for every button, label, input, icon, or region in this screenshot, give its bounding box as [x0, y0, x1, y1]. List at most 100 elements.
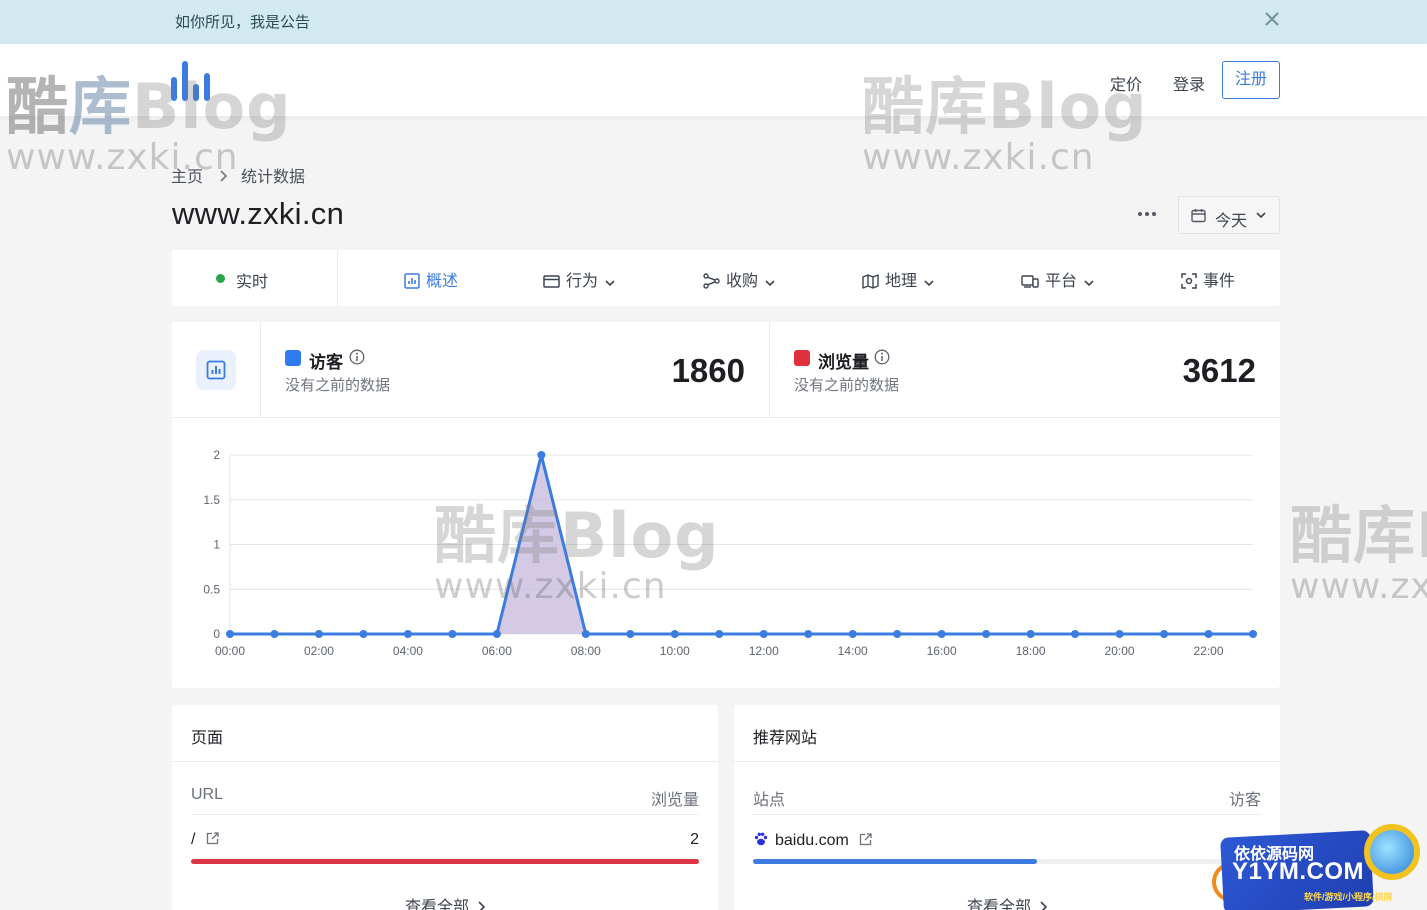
watermark-brand: 酷库Blog www.zxki.cn	[1290, 499, 1427, 607]
referrers-panel-title: 推荐网站	[753, 730, 818, 747]
tab-events[interactable]: 事件	[1181, 267, 1235, 290]
close-icon[interactable]	[1262, 9, 1282, 31]
y1ym-logo-badge[interactable]: 依依源码网 Y1YM.COM 软件/游戏/小程序/棋牌	[1212, 822, 1427, 910]
overview-card: 访客 没有之前的数据 1860 浏览量 没有之前的数据 3612 0 0.5 1 1.…	[172, 322, 1280, 688]
ellipsis-icon	[1138, 212, 1156, 216]
top-header: 定价 登录 注册	[0, 44, 1427, 116]
share-bar-fill	[753, 859, 1038, 864]
tab-acquisition[interactable]: 收购	[703, 267, 776, 290]
announcement-bar: 如你所见，我是公告	[0, 0, 1427, 44]
chevron-right-icon	[478, 901, 486, 910]
referrers-panel-header: 推荐网站	[734, 705, 1280, 762]
x-tick-label: 04:00	[393, 644, 423, 658]
chevron-down-icon	[924, 280, 934, 287]
y-tick-label: 1	[213, 538, 220, 552]
breadcrumb: 主页 统计数据	[171, 163, 305, 187]
chart-icon	[404, 273, 420, 289]
column-header-pageviews[interactable]: 浏览量	[651, 786, 699, 810]
pages-panel-header: 页面	[172, 705, 718, 762]
data-point	[715, 630, 724, 638]
data-point	[403, 630, 412, 638]
data-point	[982, 630, 991, 638]
row-label[interactable]: baidu.com	[775, 832, 849, 849]
share-bar	[191, 859, 699, 864]
chevron-down-icon	[1084, 280, 1094, 287]
y-tick-label: 1.5	[203, 493, 220, 507]
tab-geography[interactable]: 地理	[862, 267, 935, 290]
live-status-dot	[216, 274, 225, 283]
metric-visitors-label: 访客	[309, 353, 343, 372]
x-tick-label: 02:00	[304, 644, 334, 658]
table-row[interactable]: / 2	[191, 815, 699, 869]
more-options-button[interactable]	[1133, 204, 1161, 224]
metric-pageviews-label: 浏览量	[818, 353, 869, 372]
data-point	[759, 630, 768, 638]
table-row[interactable]: baidu.com	[753, 815, 1261, 869]
calendar-icon	[1191, 209, 1206, 223]
chart-toggle-cell	[172, 322, 261, 418]
date-range-select[interactable]: 今天	[1178, 196, 1280, 234]
y-tick-label: 0	[213, 627, 220, 641]
data-point	[226, 630, 234, 638]
external-link-icon[interactable]	[859, 833, 872, 846]
chevron-down-icon	[605, 280, 615, 287]
announcement-text: 如你所见，我是公告	[175, 14, 311, 31]
referrers-panel: 推荐网站 站点 访客 baidu.com 查看全部	[734, 705, 1280, 910]
data-point	[893, 630, 902, 638]
breadcrumb-current: 统计数据	[241, 169, 306, 186]
pages-view-all-button[interactable]: 查看全部	[172, 893, 718, 910]
tab-geography-label: 地理	[885, 273, 918, 290]
data-point	[670, 630, 679, 638]
tab-behavior-label: 行为	[566, 273, 599, 290]
y-tick-label: 2	[213, 448, 220, 462]
external-link-icon[interactable]	[206, 832, 219, 845]
baidu-favicon-icon	[753, 831, 769, 847]
share-bar-fill	[191, 859, 699, 864]
tab-behavior[interactable]: 行为	[543, 267, 616, 290]
data-point	[804, 630, 813, 638]
pricing-link[interactable]: 定价	[1110, 71, 1142, 95]
y-tick-label: 0.5	[203, 582, 220, 596]
data-point	[537, 451, 546, 459]
column-header-site: 站点	[753, 792, 786, 809]
chevron-down-icon	[1256, 212, 1266, 219]
devices-icon	[1021, 275, 1039, 288]
info-icon[interactable]	[874, 349, 890, 365]
row-label[interactable]: /	[191, 831, 195, 848]
signup-button[interactable]: 注册	[1222, 61, 1280, 99]
map-icon	[862, 274, 879, 289]
data-point	[848, 630, 857, 638]
data-point	[1115, 630, 1124, 638]
data-point	[492, 630, 501, 638]
column-header-visitors[interactable]: 访客	[1229, 786, 1261, 810]
referrers-view-all-button[interactable]: 查看全部	[734, 893, 1280, 910]
metric-pageviews-sub: 没有之前的数据	[794, 377, 900, 394]
chevron-right-icon	[1040, 901, 1048, 910]
metric-visitors[interactable]: 访客 没有之前的数据 1860	[261, 322, 770, 418]
x-tick-label: 00:00	[215, 644, 245, 658]
data-point	[270, 630, 279, 638]
data-point	[448, 630, 457, 638]
page-title: www.zxki.cn	[172, 196, 345, 231]
metric-pageviews[interactable]: 浏览量 没有之前的数据 3612	[770, 322, 1280, 418]
chart-toggle-button[interactable]	[196, 350, 236, 390]
login-link[interactable]: 登录	[1173, 71, 1205, 95]
x-tick-label: 22:00	[1194, 644, 1224, 658]
info-icon[interactable]	[349, 349, 365, 365]
tab-platform[interactable]: 平台	[1021, 267, 1095, 290]
data-point	[937, 630, 946, 638]
tab-acquisition-label: 收购	[726, 273, 759, 290]
chevron-down-icon	[765, 280, 775, 287]
tab-realtime[interactable]: 实时	[172, 250, 338, 306]
data-point	[359, 630, 368, 638]
bar-chart-logo-icon[interactable]	[171, 61, 215, 101]
network-icon	[703, 273, 720, 289]
breadcrumb-home[interactable]: 主页	[171, 169, 203, 186]
tab-overview[interactable]: 概述	[404, 267, 458, 290]
data-point	[626, 630, 635, 638]
visitors-line-chart: 0 0.5 1 1.5 2 00:00 02:00 04:00 06:00 08:00 10:00 1…	[203, 448, 1257, 658]
x-tick-label: 06:00	[482, 644, 512, 658]
badge-line2: Y1YM.COM	[1232, 858, 1365, 885]
tab-platform-label: 平台	[1045, 273, 1078, 290]
referrers-column-headers: 站点 访客	[753, 762, 1261, 815]
